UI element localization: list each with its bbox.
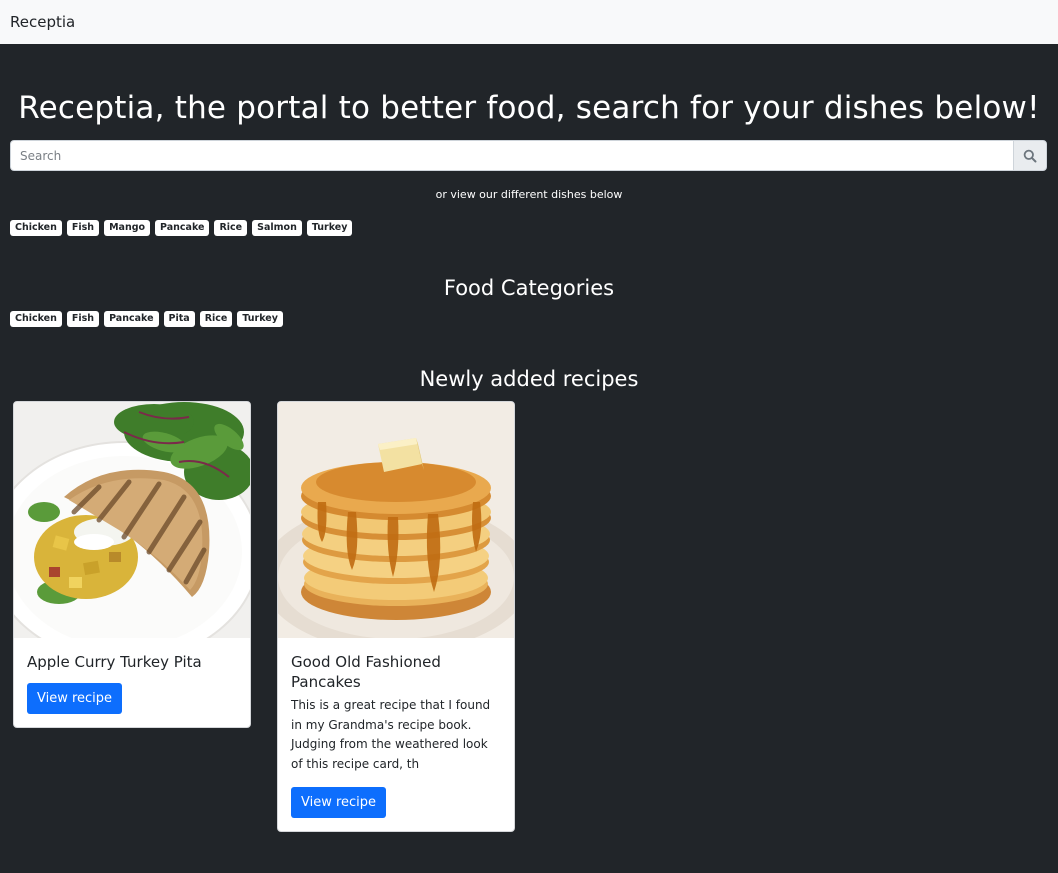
recipe-title: Apple Curry Turkey Pita (27, 653, 202, 671)
dish-tag-chicken[interactable]: Chicken (10, 220, 62, 236)
brand-link[interactable]: Receptia (10, 13, 75, 31)
search-input[interactable] (10, 140, 1013, 171)
pancake-stack-photo (278, 402, 514, 638)
food-categories-heading: Food Categories (443, 276, 615, 300)
recipe-description: This is a great recipe that I found in m… (291, 698, 491, 771)
navbar: Receptia (0, 0, 1058, 44)
search-bar (10, 140, 1047, 171)
dish-tag-turkey[interactable]: Turkey (306, 220, 353, 236)
search-icon (1023, 149, 1037, 162)
browse-hint: or view our different dishes below (435, 188, 623, 201)
dish-tag-rice[interactable]: Rice (214, 220, 248, 236)
category-tag-fish[interactable]: Fish (66, 311, 100, 327)
recipes-heading: Newly added recipes (419, 367, 639, 391)
page-title: Receptia, the portal to better food, sea… (18, 90, 1040, 126)
dish-tag-fish[interactable]: Fish (66, 220, 100, 236)
category-tag-pancake[interactable]: Pancake (104, 311, 159, 327)
view-recipe-button[interactable]: View recipe (291, 787, 387, 818)
category-tags: Chicken Fish Pancake Pita Rice Turkey (10, 311, 283, 327)
recipe-title: Good Old Fashioned Pancakes (291, 653, 441, 691)
dish-tag-salmon[interactable]: Salmon (252, 220, 302, 236)
dish-tag-pancake[interactable]: Pancake (155, 220, 210, 236)
view-recipe-button[interactable]: View recipe (27, 683, 123, 714)
category-tag-turkey[interactable]: Turkey (237, 311, 283, 327)
search-button[interactable] (1013, 140, 1047, 171)
pita-sandwich-photo (14, 402, 250, 638)
recipe-card: Good Old Fashioned Pancakes This is a gr… (277, 401, 515, 832)
card-body: Apple Curry Turkey Pita View recipe (14, 638, 250, 727)
card-body: Good Old Fashioned Pancakes This is a gr… (278, 638, 514, 831)
recipe-card: Apple Curry Turkey Pita View recipe (13, 401, 251, 728)
category-tag-chicken[interactable]: Chicken (10, 311, 62, 327)
category-tag-pita[interactable]: Pita (163, 311, 195, 327)
dish-tags: Chicken Fish Mango Pancake Rice Salmon T… (10, 220, 353, 236)
dish-tag-mango[interactable]: Mango (104, 220, 151, 236)
category-tag-rice[interactable]: Rice (199, 311, 233, 327)
